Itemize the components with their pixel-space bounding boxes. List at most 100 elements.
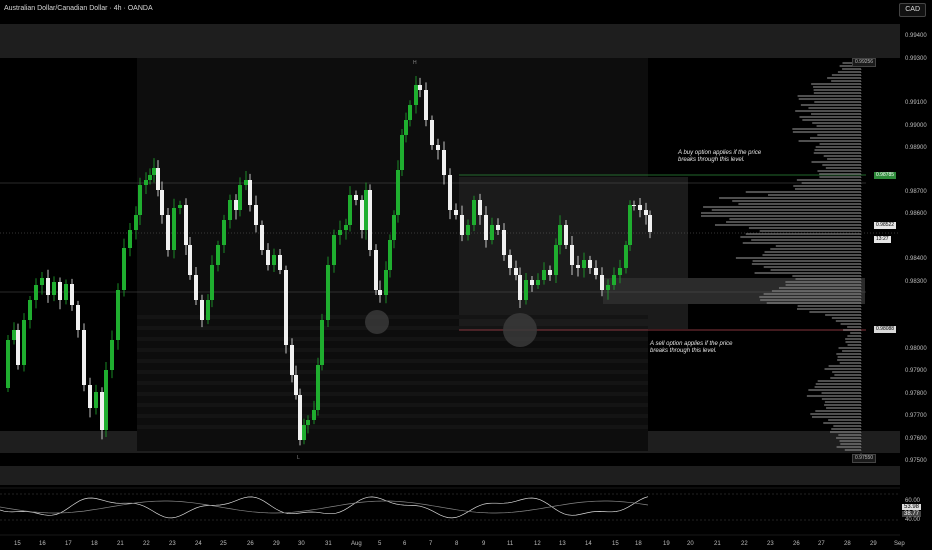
volume-profile-bar bbox=[831, 317, 861, 319]
volume-profile-bar bbox=[745, 191, 861, 193]
liquidity-marker bbox=[503, 313, 537, 347]
volume-profile-bar bbox=[821, 392, 861, 394]
zone-stripe bbox=[137, 359, 648, 363]
candle-body bbox=[278, 255, 282, 270]
volume-profile-bar bbox=[825, 167, 861, 169]
candle-body bbox=[508, 255, 512, 268]
volume-profile-bar bbox=[823, 422, 861, 424]
time-label: 31 bbox=[325, 541, 332, 547]
candle-body bbox=[88, 385, 92, 408]
peak-marker: H bbox=[413, 60, 417, 66]
time-label: 26 bbox=[247, 541, 254, 547]
time-label: 24 bbox=[195, 541, 202, 547]
chart-root[interactable]: Australian Dollar/Canadian Dollar · 4h ·… bbox=[0, 0, 932, 550]
time-label: 28 bbox=[844, 541, 851, 547]
candle-body bbox=[166, 215, 170, 250]
volume-profile-bar bbox=[833, 425, 861, 427]
price-label: 0.97600 bbox=[905, 436, 927, 442]
volume-profile-bar bbox=[809, 311, 861, 313]
price-label: 0.97500 bbox=[905, 458, 927, 464]
volume-profile-bar bbox=[842, 350, 861, 352]
time-label: 26 bbox=[793, 541, 800, 547]
volume-profile-bar bbox=[819, 173, 861, 175]
candle-body bbox=[40, 278, 44, 285]
candle-body bbox=[260, 225, 264, 250]
trough-marker: L bbox=[297, 455, 300, 461]
price-label: 0.98000 bbox=[905, 346, 927, 352]
candle-body bbox=[628, 205, 632, 245]
candle-body bbox=[496, 225, 500, 230]
volume-profile-bar bbox=[701, 215, 861, 217]
time-label: 21 bbox=[117, 541, 124, 547]
candle-body bbox=[234, 200, 238, 210]
candle-body bbox=[116, 290, 120, 340]
chart-canvas[interactable] bbox=[0, 0, 932, 550]
candle-body bbox=[100, 392, 104, 430]
time-label: 23 bbox=[169, 541, 176, 547]
volume-profile-bar bbox=[838, 434, 861, 436]
candle-body bbox=[16, 330, 20, 365]
candle-body bbox=[354, 195, 358, 200]
candle-body bbox=[82, 330, 86, 385]
candle-body bbox=[392, 215, 396, 240]
candle-body bbox=[564, 225, 568, 245]
candle-body bbox=[524, 280, 528, 300]
candle-body bbox=[128, 230, 132, 248]
volume-profile-bar bbox=[808, 389, 861, 391]
candle-body bbox=[160, 190, 164, 215]
currency-badge[interactable]: CAD bbox=[899, 3, 926, 17]
time-label: 19 bbox=[663, 541, 670, 547]
volume-profile-bar bbox=[752, 260, 861, 262]
volume-profile-bar bbox=[816, 125, 861, 127]
time-label: 6 bbox=[403, 541, 407, 547]
candle-body bbox=[52, 282, 56, 295]
volume-profile-bar bbox=[827, 77, 861, 79]
time-label: 9 bbox=[482, 541, 486, 547]
candle-body bbox=[332, 235, 336, 265]
volume-profile-bar bbox=[792, 128, 861, 130]
volume-profile-bar bbox=[828, 419, 861, 421]
candle-body bbox=[460, 215, 464, 235]
zone-stripe bbox=[137, 315, 648, 319]
volume-profile-bar bbox=[814, 149, 861, 151]
symbol-title[interactable]: Australian Dollar/Canadian Dollar · 4h ·… bbox=[4, 5, 153, 12]
time-label: 16 bbox=[39, 541, 46, 547]
candle-body bbox=[414, 85, 418, 105]
time-label: 22 bbox=[143, 541, 150, 547]
zone-stripe bbox=[137, 381, 648, 385]
candle-body bbox=[424, 90, 428, 120]
candle-body bbox=[388, 240, 392, 270]
volume-profile-bar bbox=[837, 359, 861, 361]
candle-body bbox=[624, 245, 628, 268]
price-label: 0.98600 bbox=[905, 211, 927, 217]
volume-profile-bar bbox=[817, 170, 861, 172]
volume-profile-bar bbox=[766, 302, 861, 304]
volume-profile-bar bbox=[832, 371, 861, 373]
volume-profile-bar bbox=[798, 140, 861, 142]
price-label: 0.98900 bbox=[905, 145, 927, 151]
candle-body bbox=[558, 225, 562, 245]
time-label: 11 bbox=[507, 541, 514, 547]
time-label: 8 bbox=[455, 541, 459, 547]
volume-profile-bar bbox=[813, 89, 861, 91]
volume-profile-bar bbox=[767, 194, 861, 196]
sell-annotation[interactable]: A sell option applies if the price break… bbox=[650, 341, 733, 355]
candle-body bbox=[110, 340, 114, 370]
candle-body bbox=[404, 120, 408, 135]
buy-annotation[interactable]: A buy option applies if the price breaks… bbox=[678, 150, 761, 164]
volume-profile-bar bbox=[714, 224, 861, 226]
volume-profile-bar bbox=[813, 152, 861, 154]
oscillator-fast-line bbox=[0, 496, 649, 519]
candle-body bbox=[248, 180, 252, 205]
volume-profile-bar bbox=[815, 146, 861, 148]
candle-body bbox=[408, 105, 412, 120]
candle-body bbox=[396, 170, 400, 215]
volume-profile-bar bbox=[751, 239, 861, 241]
volume-profile-bar bbox=[792, 131, 861, 133]
candle-body bbox=[58, 282, 62, 300]
time-label: 27 bbox=[818, 541, 825, 547]
volume-profile-bar bbox=[703, 206, 861, 208]
candle-body bbox=[244, 180, 248, 185]
candle-body bbox=[326, 265, 330, 320]
volume-profile-bar bbox=[836, 437, 861, 439]
